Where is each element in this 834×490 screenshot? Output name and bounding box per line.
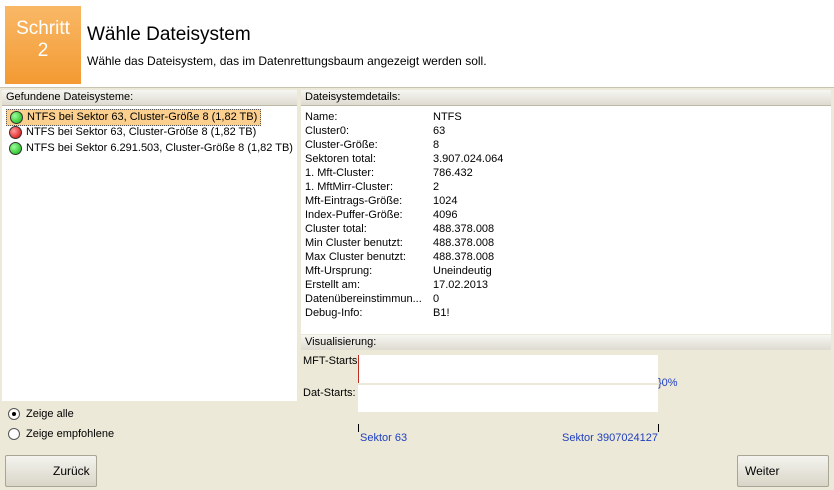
radio-unchecked-icon (8, 428, 20, 440)
mft-start-marker (358, 355, 359, 383)
filesystem-item-label: NTFS bei Sektor 63, Cluster-Größe 8 (1,8… (27, 111, 258, 123)
status-green-icon (10, 111, 23, 124)
status-red-icon (9, 126, 22, 139)
detail-value: 2 (433, 181, 440, 193)
detail-value: 786.432 (433, 167, 473, 179)
filesystem-item[interactable]: NTFS bei Sektor 6.291.503, Cluster-Größe… (6, 141, 296, 156)
detail-key: Debug-Info: (305, 307, 363, 319)
filesystem-item[interactable]: NTFS bei Sektor 63, Cluster-Größe 8 (1,8… (6, 125, 259, 140)
filesystem-item-label: NTFS bei Sektor 63, Cluster-Größe 8 (1,8… (26, 126, 257, 138)
visualization-title: Visualisierung: (301, 335, 831, 351)
dat-starts-label: Dat-Starts: (303, 387, 356, 399)
filesystem-details: Name: NTFS Cluster0: 63 Cluster-Größe: 8 Se… (301, 106, 831, 334)
status-green-icon (9, 142, 22, 155)
radio-show-all-label: Zeige alle (26, 408, 74, 420)
detail-key: Index-Puffer-Größe: (305, 209, 403, 221)
detail-key: Mft-Eintrags-Größe: (305, 195, 403, 207)
detail-value: 488.378.008 (433, 237, 495, 249)
detail-key: Sektoren total: (305, 153, 376, 165)
details-title: Dateisystemdetails: (301, 90, 831, 106)
radio-show-recommended-label: Zeige empfohlene (26, 428, 115, 440)
detail-key: Max Cluster benutzt: (305, 251, 406, 263)
dat-starts-bar (358, 385, 658, 412)
start-tick (358, 424, 359, 432)
next-button[interactable]: Weiter (737, 455, 829, 487)
filesystem-item-label: NTFS bei Sektor 6.291.503, Cluster-Größe… (26, 142, 293, 154)
detail-value: 488.378.008 (433, 251, 495, 263)
start-sector-label: Sektor 63 (360, 432, 408, 444)
visualization-area: MFT-Starts }0% Dat-Starts: Sektor 63 Sek… (301, 350, 831, 445)
detail-key: Mft-Ursprung: (305, 265, 373, 277)
mft-starts-label: MFT-Starts (303, 355, 358, 367)
detail-value: 63 (433, 125, 446, 137)
step-label: Schritt (16, 18, 70, 39)
found-filesystems-title: Gefundene Dateisysteme: (2, 90, 297, 106)
radio-show-all[interactable]: Zeige alle (8, 406, 74, 422)
filesystem-item[interactable]: NTFS bei Sektor 63, Cluster-Größe 8 (1,8… (6, 109, 262, 126)
back-button-label: Zurück (53, 464, 90, 478)
detail-value: 0 (433, 293, 440, 305)
detail-value: 17.02.2013 (433, 279, 489, 291)
filesystem-list[interactable]: NTFS bei Sektor 63, Cluster-Größe 8 (1,8… (2, 106, 297, 401)
detail-key: 1. MftMirr-Cluster: (305, 181, 393, 193)
detail-key: Datenübereinstimmun... (305, 293, 422, 305)
back-button[interactable]: Zurück (5, 455, 97, 487)
detail-value: 1024 (433, 195, 458, 207)
detail-key: Min Cluster benutzt: (305, 237, 403, 249)
percent-label: }0% (658, 377, 678, 389)
detail-value: 4096 (433, 209, 458, 221)
detail-value: 3.907.024.064 (433, 153, 504, 165)
filter-options: Zeige alle Zeige empfohlene (2, 402, 297, 444)
next-button-label: Weiter (745, 464, 780, 478)
wizard-header: Schritt 2 Wähle Dateisystem Wähle das Da… (0, 0, 834, 88)
page-subtitle: Wähle das Dateisystem, das im Datenrettu… (87, 54, 487, 68)
detail-key: 1. Mft-Cluster: (305, 167, 375, 179)
radio-checked-icon (8, 408, 20, 420)
detail-value: 8 (433, 139, 440, 151)
mft-starts-bar (358, 355, 658, 383)
detail-key: Cluster0: (305, 125, 350, 137)
detail-key: Erstellt am: (305, 279, 361, 291)
end-tick (658, 424, 659, 432)
detail-value: NTFS (433, 111, 462, 123)
detail-key: Name: (305, 111, 338, 123)
page-title: Wähle Dateisystem (87, 24, 251, 45)
detail-value: Uneindeutig (433, 265, 492, 277)
detail-value: B1! (433, 307, 450, 319)
detail-key: Cluster-Größe: (305, 139, 378, 151)
detail-key: Cluster total: (305, 223, 367, 235)
step-indicator: Schritt 2 (5, 6, 81, 84)
radio-show-recommended[interactable]: Zeige empfohlene (8, 426, 114, 442)
detail-value: 488.378.008 (433, 223, 495, 235)
step-number: 2 (37, 40, 49, 61)
end-sector-label: Sektor 3907024127 (562, 432, 659, 444)
